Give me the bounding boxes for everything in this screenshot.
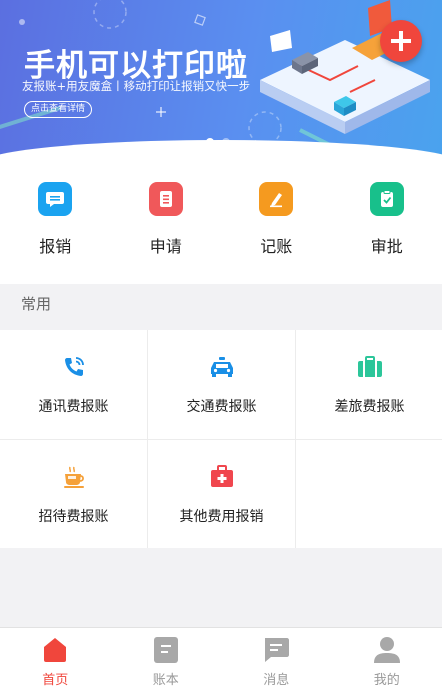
common-item-entertainment[interactable]: 招待费报账 xyxy=(0,440,147,549)
phone-icon xyxy=(61,354,87,380)
view-details-button[interactable]: 点击查看详情 xyxy=(24,101,92,118)
clipboard-check-icon xyxy=(369,182,404,216)
quick-action-label: 申请 xyxy=(149,237,182,256)
tab-label: 消息 xyxy=(263,673,290,688)
chat-icon xyxy=(262,636,290,664)
tab-messages[interactable]: 消息 xyxy=(221,628,332,693)
tab-ledger[interactable]: 账本 xyxy=(111,628,222,693)
coffee-cup-icon xyxy=(61,464,87,490)
app-page: 手机可以打印啦 友报账+用友魔盒丨移动打印让报销又快一步 点击查看详情 报销 申… xyxy=(0,0,442,693)
quick-action-approve[interactable]: 审批 xyxy=(332,168,442,284)
promo-banner[interactable]: 手机可以打印啦 友报账+用友魔盒丨移动打印让报销又快一步 点击查看详情 xyxy=(0,0,442,168)
common-item-label: 通讯费报账 xyxy=(38,399,109,415)
quick-action-reimburse[interactable]: 报销 xyxy=(0,168,111,284)
common-item-label: 交通费报账 xyxy=(186,399,257,415)
common-item-label: 招待费报账 xyxy=(38,509,109,525)
common-item-other[interactable]: 其他费用报销 xyxy=(148,440,295,549)
message-icon xyxy=(38,182,73,216)
quick-action-label: 审批 xyxy=(370,237,403,256)
carousel-dot[interactable] xyxy=(222,138,230,146)
carousel-dot-active[interactable] xyxy=(206,138,214,146)
pen-icon xyxy=(259,182,294,216)
common-item-transport[interactable]: 交通费报账 xyxy=(148,330,295,439)
tab-profile[interactable]: 我的 xyxy=(332,628,442,693)
quick-action-apply[interactable]: 申请 xyxy=(111,168,222,284)
common-grid: 通讯费报账 交通费报账 差旅费报账 招待费报账 其他费用报销 xyxy=(0,330,442,548)
common-item-label: 差旅费报账 xyxy=(334,399,405,415)
document-icon xyxy=(148,182,183,216)
taxi-icon xyxy=(209,354,235,380)
tab-label: 账本 xyxy=(152,673,179,688)
section-title-common: 常用 xyxy=(21,295,52,313)
user-icon xyxy=(373,636,401,664)
medical-kit-icon xyxy=(209,464,235,490)
tab-home[interactable]: 首页 xyxy=(0,628,111,693)
home-icon xyxy=(41,636,69,664)
suitcase-icon xyxy=(357,354,383,380)
tab-label: 首页 xyxy=(42,673,69,688)
quick-action-bookkeeping[interactable]: 记账 xyxy=(221,168,332,284)
common-item-label: 其他费用报销 xyxy=(179,509,264,525)
bottom-tab-bar: 首页 账本 消息 我的 xyxy=(0,627,442,693)
quick-actions: 报销 申请 记账 审批 xyxy=(0,168,442,284)
banner-subline: 友报账+用友魔盒丨移动打印让报销又快一步 xyxy=(22,79,251,93)
ledger-icon xyxy=(152,636,180,664)
common-item-travel[interactable]: 差旅费报账 xyxy=(296,330,442,439)
common-item-telecom[interactable]: 通讯费报账 xyxy=(0,330,147,439)
add-button[interactable] xyxy=(380,20,422,62)
quick-action-label: 报销 xyxy=(39,237,72,256)
tab-label: 我的 xyxy=(373,673,400,688)
quick-action-label: 记账 xyxy=(260,237,293,256)
